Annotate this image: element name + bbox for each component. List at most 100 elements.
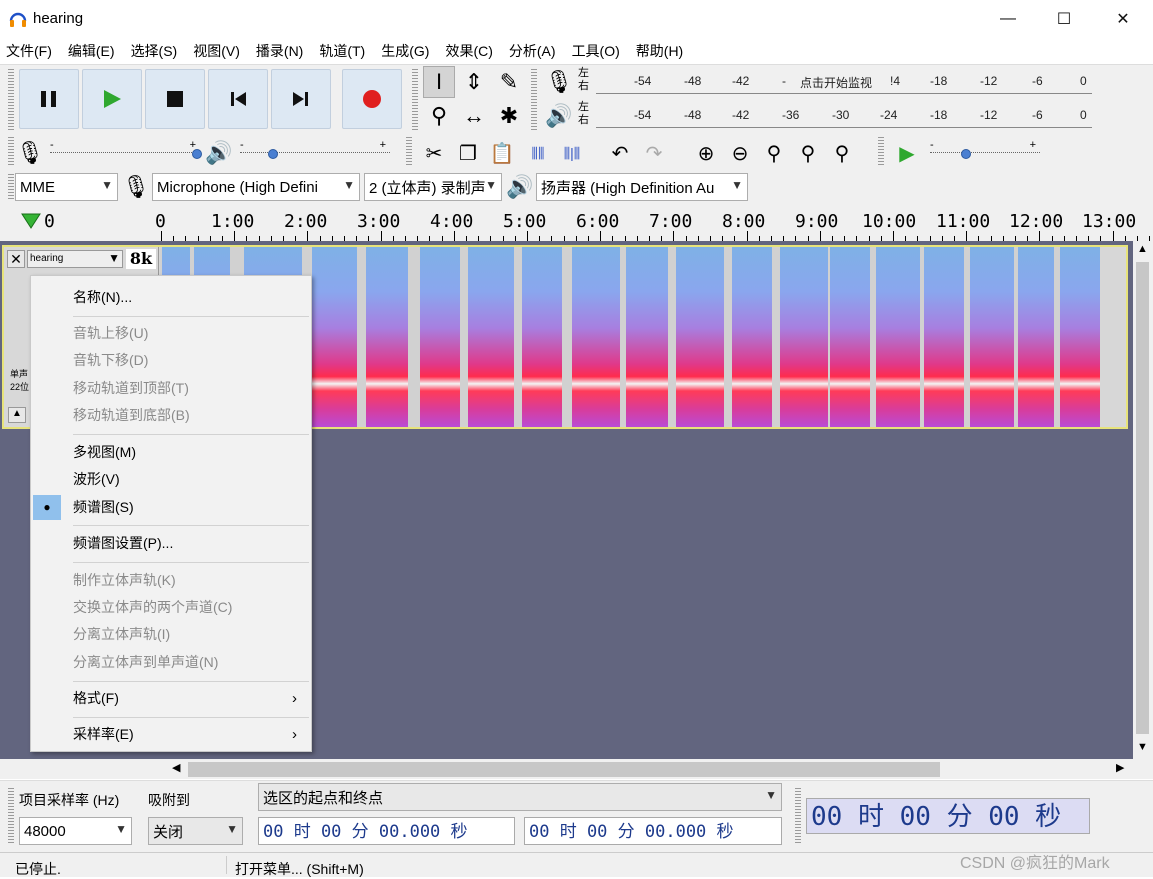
menu-generate[interactable]: 生成(G) bbox=[373, 41, 437, 61]
time-shift-tool-icon[interactable]: ↔ bbox=[458, 100, 490, 132]
menu-transport[interactable]: 播录(N) bbox=[248, 41, 311, 61]
skip-start-button[interactable] bbox=[208, 69, 268, 129]
recording-device-select[interactable]: Microphone (High Defini ▼ bbox=[152, 173, 360, 201]
audio-position-time[interactable]: 00 时 00 分 00 秒 bbox=[806, 798, 1090, 834]
menu-edit[interactable]: 编辑(E) bbox=[60, 41, 123, 61]
paste-icon[interactable]: 📋 bbox=[486, 137, 518, 169]
menu-view[interactable]: 视图(V) bbox=[185, 41, 248, 61]
menu-item-multi-view[interactable]: 多视图(M) bbox=[31, 440, 311, 465]
menu-tools[interactable]: 工具(O) bbox=[564, 41, 628, 61]
menu-help[interactable]: 帮助(H) bbox=[628, 41, 691, 61]
horizontal-scroll-thumb[interactable] bbox=[188, 762, 940, 777]
undo-icon[interactable]: ↶ bbox=[604, 137, 636, 169]
redo-icon[interactable]: ↷ bbox=[638, 137, 670, 169]
multi-tool-icon[interactable]: ✱ bbox=[493, 100, 525, 132]
collapse-track-button[interactable]: ▲ bbox=[8, 407, 26, 423]
toolbar-grip[interactable] bbox=[412, 69, 418, 131]
fit-project-icon[interactable]: ⚲ bbox=[792, 137, 824, 169]
menu-item-move-up[interactable]: 音轨上移(U) bbox=[31, 321, 311, 346]
toolbar-grip[interactable] bbox=[795, 788, 801, 844]
menu-item-spectrogram-settings[interactable]: 频谱图设置(P)... bbox=[31, 531, 311, 556]
menu-item-format[interactable]: 格式(F) › bbox=[31, 686, 311, 711]
menu-item-swap-channels[interactable]: 交换立体声的两个声道(C) bbox=[31, 595, 311, 620]
record-meter-mic-icon[interactable]: 🎙 bbox=[543, 66, 575, 98]
cut-icon[interactable]: ✂ bbox=[418, 137, 450, 169]
meter-monitor-hint[interactable]: 点击开始监视 bbox=[800, 74, 872, 91]
snap-to-select[interactable]: 关闭 ▼ bbox=[148, 817, 243, 845]
toolbar-grip[interactable] bbox=[8, 788, 14, 844]
chevron-down-icon: ▼ bbox=[108, 251, 120, 265]
toolbar-grip[interactable] bbox=[8, 69, 14, 131]
trim-icon[interactable]: ⫼⫼ bbox=[522, 137, 554, 169]
minimize-button[interactable]: — bbox=[980, 0, 1036, 38]
toolbar-grip[interactable] bbox=[8, 174, 14, 200]
menu-select[interactable]: 选择(S) bbox=[123, 41, 186, 61]
recording-channels-select[interactable]: 2 (立体声) 录制声 ▼ bbox=[364, 173, 502, 201]
copy-icon[interactable]: ❐ bbox=[452, 137, 484, 169]
spectrogram-segment bbox=[572, 247, 620, 427]
menu-item-sample-rate[interactable]: 采样率(E) › bbox=[31, 722, 311, 747]
menu-item-move-top[interactable]: 移动轨道到顶部(T) bbox=[31, 376, 311, 401]
stop-button[interactable] bbox=[145, 69, 205, 129]
timeline-ruler[interactable]: 0 0 1:00 2:00 3:00 4:00 5:00 6:00 7:00 8… bbox=[0, 205, 1153, 241]
menu-item-waveform[interactable]: 波形(V) bbox=[31, 467, 311, 492]
scroll-right-icon[interactable]: ▶ bbox=[1116, 761, 1124, 774]
timeline-play-head-icon[interactable] bbox=[20, 211, 42, 231]
selection-end-time[interactable]: 00 时 00 分 00.000 秒 bbox=[524, 817, 782, 845]
draw-tool-icon[interactable]: ✎ bbox=[493, 66, 525, 98]
skip-end-button[interactable] bbox=[271, 69, 331, 129]
menu-item-split-to-mono[interactable]: 分离立体声到单声道(N) bbox=[31, 650, 311, 675]
selection-tool-icon[interactable]: I bbox=[423, 66, 455, 98]
menu-analyze[interactable]: 分析(A) bbox=[501, 41, 564, 61]
menu-item-move-down[interactable]: 音轨下移(D) bbox=[31, 348, 311, 373]
record-volume-slider[interactable]: - + bbox=[50, 139, 202, 161]
scroll-left-icon[interactable]: ◀ bbox=[172, 761, 180, 774]
toolbar-grip[interactable] bbox=[878, 137, 884, 167]
play-speed-slider[interactable]: - + bbox=[930, 139, 1040, 161]
menu-item-name[interactable]: 名称(N)... bbox=[31, 285, 311, 310]
slider-knob[interactable] bbox=[268, 149, 278, 159]
spectrogram-segment bbox=[970, 247, 1014, 427]
playback-volume-slider[interactable]: - + bbox=[240, 139, 390, 161]
menu-item-move-bottom[interactable]: 移动轨道到底部(B) bbox=[31, 403, 311, 428]
play-button[interactable] bbox=[82, 69, 142, 129]
slider-knob[interactable] bbox=[961, 149, 971, 159]
close-button[interactable]: ✕ bbox=[1095, 0, 1151, 38]
slider-knob[interactable] bbox=[192, 149, 202, 159]
play-meter-speaker-icon[interactable]: 🔊 bbox=[543, 100, 575, 132]
scroll-up-icon[interactable]: ▲ bbox=[1137, 243, 1148, 255]
pause-button[interactable] bbox=[19, 69, 79, 129]
scroll-down-icon[interactable]: ▼ bbox=[1137, 741, 1148, 753]
zoom-in-icon[interactable]: ⊕ bbox=[690, 137, 722, 169]
track-close-button[interactable]: ✕ bbox=[7, 250, 25, 268]
toolbar-grip[interactable] bbox=[531, 69, 537, 131]
silence-icon[interactable]: ⫼|⫼ bbox=[556, 137, 588, 169]
menu-item-make-stereo[interactable]: 制作立体声轨(K) bbox=[31, 568, 311, 593]
vertical-scroll-thumb[interactable] bbox=[1136, 262, 1149, 734]
menu-item-split-stereo[interactable]: 分离立体声轨(I) bbox=[31, 622, 311, 647]
maximize-button[interactable]: ☐ bbox=[1036, 0, 1092, 38]
playback-meter[interactable]: -54 -48 -42 -36 -30 -24 -18 -12 -6 0 bbox=[596, 100, 1092, 128]
menu-file[interactable]: 文件(F) bbox=[0, 41, 60, 61]
play-at-speed-icon[interactable]: ▶ bbox=[891, 137, 923, 169]
envelope-tool-icon[interactable]: ⇕ bbox=[458, 66, 490, 98]
zoom-toggle-icon[interactable]: ⚲ bbox=[826, 137, 858, 169]
track-name-menu[interactable]: hearing ▼ bbox=[27, 250, 123, 268]
menu-effect[interactable]: 效果(C) bbox=[437, 41, 500, 61]
audio-host-select[interactable]: MME ▼ bbox=[15, 173, 118, 201]
selection-start-time[interactable]: 00 时 00 分 00.000 秒 bbox=[258, 817, 515, 845]
selection-mode-select[interactable]: 选区的起点和终点 ▼ bbox=[258, 783, 782, 811]
project-rate-select[interactable]: 48000 ▼ bbox=[19, 817, 132, 845]
zoom-out-icon[interactable]: ⊖ bbox=[724, 137, 756, 169]
record-meter[interactable]: -54 -48 -42 - 点击开始监视 !4 -18 -12 -6 0 bbox=[596, 66, 1092, 94]
fit-selection-icon[interactable]: ⚲ bbox=[758, 137, 790, 169]
tl-label: 2:00 bbox=[284, 211, 328, 232]
tl-major-tick bbox=[234, 231, 236, 241]
toolbar-grip[interactable] bbox=[406, 137, 412, 167]
menu-item-spectrogram[interactable]: ● 频谱图(S) bbox=[31, 495, 311, 520]
tl-major-tick bbox=[746, 231, 748, 241]
zoom-tool-icon[interactable]: ⚲ bbox=[423, 100, 455, 132]
record-button[interactable] bbox=[342, 69, 402, 129]
playback-device-select[interactable]: 扬声器 (High Definition Au ▼ bbox=[536, 173, 748, 201]
menu-tracks[interactable]: 轨道(T) bbox=[311, 41, 373, 61]
